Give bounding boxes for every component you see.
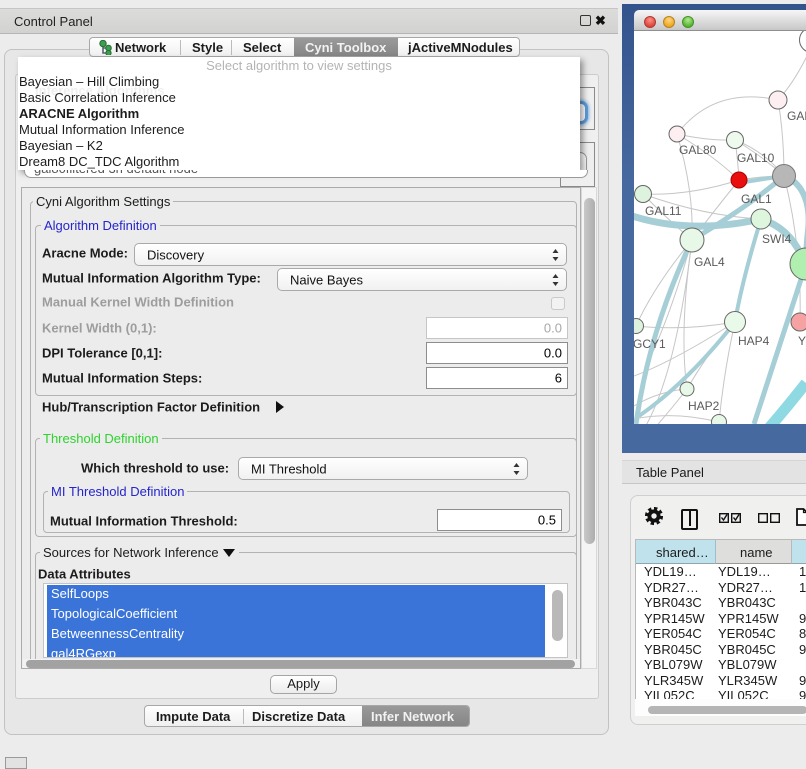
- svg-text:GAL: GAL: [787, 109, 806, 123]
- svg-text:GAL80: GAL80: [679, 143, 717, 157]
- svg-text:Y: Y: [798, 334, 806, 348]
- svg-text:HAP2: HAP2: [688, 399, 720, 413]
- svg-text:GAL4: GAL4: [694, 255, 725, 269]
- svg-text:GAL1: GAL1: [741, 192, 772, 206]
- svg-text:GAL11: GAL11: [645, 204, 682, 218]
- svg-text:SWI4: SWI4: [762, 232, 792, 246]
- svg-text:HAP4: HAP4: [738, 334, 770, 348]
- svg-text:GAL10: GAL10: [737, 151, 775, 165]
- svg-text:GCY1: GCY1: [634, 337, 666, 351]
